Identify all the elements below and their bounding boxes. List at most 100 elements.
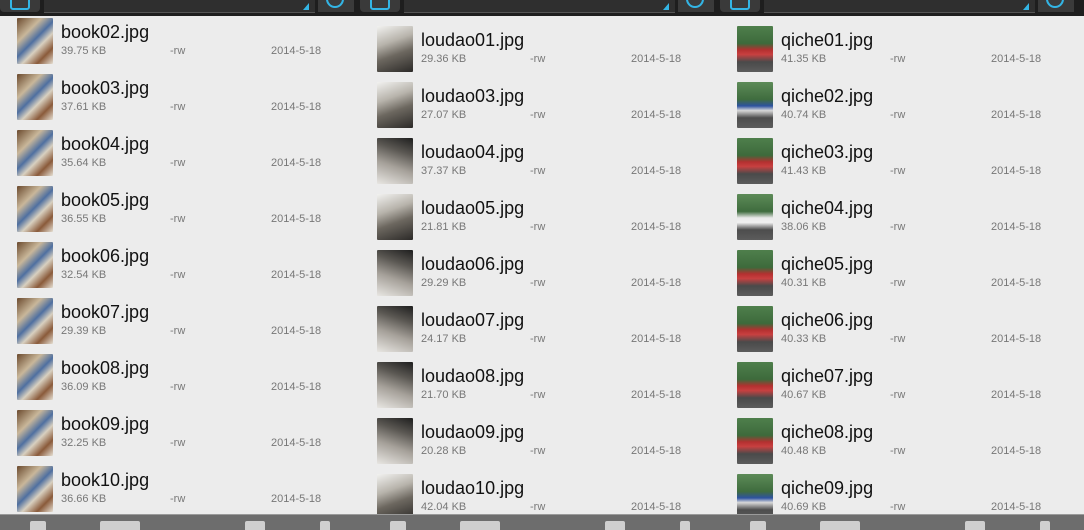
file-pane-1: book02.jpg 39.75 KB -rw 2014-5-18 book03.jp… bbox=[0, 0, 360, 529]
file-size: 36.66 KB bbox=[61, 493, 107, 505]
file-pane-2: loudao01.jpg 29.36 KB -rw 2014-5-18 loudao0… bbox=[360, 0, 720, 529]
list-item[interactable]: loudao08.jpg 21.70 KB -rw 2014-5-18 bbox=[360, 360, 720, 416]
list-item[interactable]: book02.jpg 39.75 KB -rw 2014-5-18 bbox=[0, 16, 360, 72]
file-size: 36.09 KB bbox=[61, 381, 107, 393]
thumbnail bbox=[377, 418, 413, 464]
thumbnail bbox=[737, 418, 773, 464]
file-permissions: -rw bbox=[170, 157, 186, 169]
file-date: 2014-5-18 bbox=[631, 165, 682, 177]
thumbnail bbox=[377, 26, 413, 72]
file-permissions: -rw bbox=[890, 53, 906, 65]
thumbnail bbox=[737, 138, 773, 184]
file-name: book05.jpg bbox=[61, 190, 150, 210]
refresh-icon[interactable] bbox=[678, 0, 714, 12]
file-name: qiche06.jpg bbox=[781, 310, 874, 330]
file-size: 27.07 KB bbox=[421, 109, 467, 121]
file-permissions: -rw bbox=[530, 501, 546, 513]
file-name: book06.jpg bbox=[61, 246, 150, 266]
list-item[interactable]: qiche06.jpg 40.33 KB -rw 2014-5-18 bbox=[720, 304, 1080, 360]
file-name: loudao09.jpg bbox=[421, 422, 525, 442]
list-item[interactable]: qiche07.jpg 40.67 KB -rw 2014-5-18 bbox=[720, 360, 1080, 416]
dropdown-arrow-icon bbox=[663, 3, 669, 10]
file-date: 2014-5-18 bbox=[991, 277, 1042, 289]
list-item[interactable]: book04.jpg 35.64 KB -rw 2014-5-18 bbox=[0, 128, 360, 184]
list-item[interactable]: loudao09.jpg 20.28 KB -rw 2014-5-18 bbox=[360, 416, 720, 472]
thumbnail bbox=[17, 410, 53, 456]
thumbnail bbox=[17, 354, 53, 400]
file-name: book04.jpg bbox=[61, 134, 150, 154]
file-permissions: -rw bbox=[170, 437, 186, 449]
file-permissions: -rw bbox=[890, 277, 906, 289]
list-item[interactable]: loudao06.jpg 29.29 KB -rw 2014-5-18 bbox=[360, 248, 720, 304]
file-permissions: -rw bbox=[530, 445, 546, 457]
file-size: 35.64 KB bbox=[61, 157, 107, 169]
folder-icon[interactable] bbox=[720, 0, 760, 12]
file-permissions: -rw bbox=[170, 101, 186, 113]
file-name: book08.jpg bbox=[61, 358, 150, 378]
file-name: book09.jpg bbox=[61, 414, 150, 434]
list-item[interactable]: book07.jpg 29.39 KB -rw 2014-5-18 bbox=[0, 296, 360, 352]
file-size: 29.29 KB bbox=[421, 277, 467, 289]
file-size: 40.69 KB bbox=[781, 501, 827, 513]
file-name: book03.jpg bbox=[61, 78, 150, 98]
file-list: qiche01.jpg 41.35 KB -rw 2014-5-18 qiche02.… bbox=[720, 24, 1080, 522]
list-item[interactable]: book05.jpg 36.55 KB -rw 2014-5-18 bbox=[0, 184, 360, 240]
thumbnail bbox=[737, 82, 773, 128]
file-name: qiche05.jpg bbox=[781, 254, 874, 274]
folder-icon[interactable] bbox=[0, 0, 40, 12]
file-date: 2014-5-18 bbox=[271, 325, 322, 337]
list-item[interactable]: qiche03.jpg 41.43 KB -rw 2014-5-18 bbox=[720, 136, 1080, 192]
list-item[interactable]: qiche08.jpg 40.48 KB -rw 2014-5-18 bbox=[720, 416, 1080, 472]
list-item[interactable]: book09.jpg 32.25 KB -rw 2014-5-18 bbox=[0, 408, 360, 464]
file-permissions: -rw bbox=[530, 389, 546, 401]
thumbnail bbox=[17, 466, 53, 512]
list-item[interactable]: loudao07.jpg 24.17 KB -rw 2014-5-18 bbox=[360, 304, 720, 360]
file-name: loudao01.jpg bbox=[421, 30, 525, 50]
file-date: 2014-5-18 bbox=[271, 493, 322, 505]
file-name: loudao08.jpg bbox=[421, 366, 525, 386]
file-size: 32.54 KB bbox=[61, 269, 107, 281]
path-dropdown[interactable] bbox=[44, 0, 315, 13]
file-date: 2014-5-18 bbox=[271, 157, 322, 169]
file-name: qiche02.jpg bbox=[781, 86, 874, 106]
file-size: 42.04 KB bbox=[421, 501, 467, 513]
list-item[interactable]: book08.jpg 36.09 KB -rw 2014-5-18 bbox=[0, 352, 360, 408]
list-item[interactable]: qiche05.jpg 40.31 KB -rw 2014-5-18 bbox=[720, 248, 1080, 304]
file-date: 2014-5-18 bbox=[631, 501, 682, 513]
file-size: 40.74 KB bbox=[781, 109, 827, 121]
list-item[interactable]: book10.jpg 36.66 KB -rw 2014-5-18 bbox=[0, 464, 360, 514]
list-item[interactable]: qiche01.jpg 41.35 KB -rw 2014-5-18 bbox=[720, 24, 1080, 80]
file-permissions: -rw bbox=[530, 109, 546, 121]
thumbnail bbox=[377, 138, 413, 184]
path-dropdown[interactable] bbox=[404, 0, 675, 13]
file-date: 2014-5-18 bbox=[991, 333, 1042, 345]
file-name: qiche03.jpg bbox=[781, 142, 874, 162]
file-list: loudao01.jpg 29.36 KB -rw 2014-5-18 loudao0… bbox=[360, 24, 720, 522]
file-name: loudao10.jpg bbox=[421, 478, 525, 498]
file-permissions: -rw bbox=[170, 269, 186, 281]
list-item[interactable]: loudao01.jpg 29.36 KB -rw 2014-5-18 bbox=[360, 24, 720, 80]
list-item[interactable]: loudao04.jpg 37.37 KB -rw 2014-5-18 bbox=[360, 136, 720, 192]
file-size: 32.25 KB bbox=[61, 437, 107, 449]
thumbnail bbox=[737, 306, 773, 352]
list-item[interactable]: loudao03.jpg 27.07 KB -rw 2014-5-18 bbox=[360, 80, 720, 136]
thumbnail bbox=[377, 362, 413, 408]
folder-icon[interactable] bbox=[360, 0, 400, 12]
path-dropdown[interactable] bbox=[764, 0, 1035, 13]
file-size: 21.70 KB bbox=[421, 389, 467, 401]
list-item[interactable]: book06.jpg 32.54 KB -rw 2014-5-18 bbox=[0, 240, 360, 296]
refresh-icon[interactable] bbox=[318, 0, 354, 12]
file-date: 2014-5-18 bbox=[991, 389, 1042, 401]
list-item[interactable]: qiche04.jpg 38.06 KB -rw 2014-5-18 bbox=[720, 192, 1080, 248]
list-item[interactable]: loudao05.jpg 21.81 KB -rw 2014-5-18 bbox=[360, 192, 720, 248]
file-name: loudao03.jpg bbox=[421, 86, 525, 106]
file-permissions: -rw bbox=[890, 109, 906, 121]
list-item[interactable]: qiche02.jpg 40.74 KB -rw 2014-5-18 bbox=[720, 80, 1080, 136]
file-size: 38.06 KB bbox=[781, 221, 827, 233]
thumbnail bbox=[377, 194, 413, 240]
refresh-icon[interactable] bbox=[1038, 0, 1074, 12]
file-permissions: -rw bbox=[530, 165, 546, 177]
list-item[interactable]: book03.jpg 37.61 KB -rw 2014-5-18 bbox=[0, 72, 360, 128]
file-date: 2014-5-18 bbox=[631, 221, 682, 233]
file-name: qiche07.jpg bbox=[781, 366, 874, 386]
